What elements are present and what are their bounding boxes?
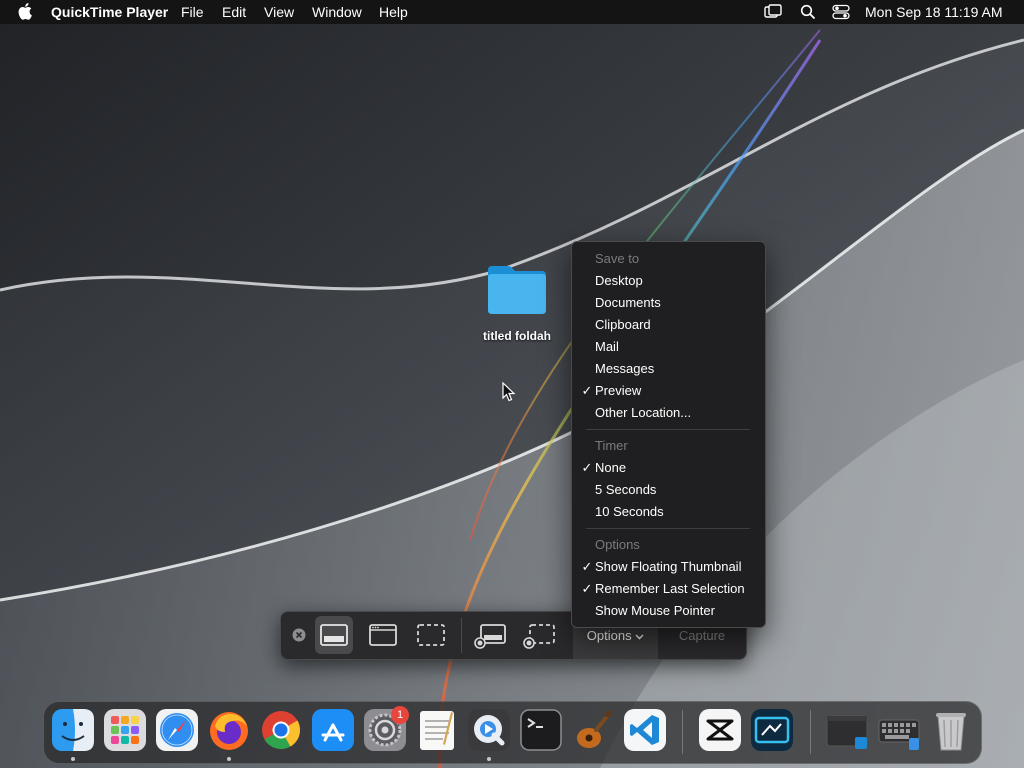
menu-item-mail[interactable]: Mail	[572, 336, 765, 358]
screen-mirroring-icon[interactable]	[764, 4, 782, 23]
menu-separator	[586, 528, 750, 529]
quicktime-icon[interactable]	[467, 708, 511, 752]
vscode-icon[interactable]	[623, 708, 667, 752]
menu-item-remember-last-selection[interactable]: ✓ Remember Last Selection	[572, 578, 765, 600]
running-indicator	[227, 757, 231, 761]
dock-separator	[810, 710, 811, 754]
section-header: Timer	[595, 438, 628, 453]
textedit-icon[interactable]	[415, 708, 459, 752]
spotlight-search-icon[interactable]	[800, 4, 816, 23]
firefox-icon[interactable]	[207, 708, 251, 752]
entire-screen-icon	[320, 624, 348, 646]
menu-item-timer-10-seconds[interactable]: 10 Seconds	[572, 501, 765, 523]
checkmark-icon: ✓	[581, 460, 593, 475]
menu-item-documents[interactable]: Documents	[572, 292, 765, 314]
menu-item-label: Clipboard	[595, 317, 651, 332]
record-selection-button[interactable]	[520, 616, 558, 654]
section-header: Options	[595, 537, 640, 552]
checkmark-icon: ✓	[581, 383, 593, 398]
folder-icon	[488, 266, 546, 314]
menu-window[interactable]: Window	[312, 4, 362, 20]
chrome-icon[interactable]	[259, 708, 303, 752]
launchpad-icon[interactable]	[103, 708, 147, 752]
menu-app-name[interactable]: QuickTime Player	[51, 4, 168, 20]
menu-item-label: Remember Last Selection	[595, 581, 745, 596]
section-header: Save to	[595, 251, 640, 266]
screen-recorder-icon[interactable]	[750, 708, 794, 752]
checkmark-icon: ✓	[581, 559, 593, 574]
menu-section-options: Options	[572, 534, 765, 556]
menubar-clock[interactable]: Mon Sep 18 11:19 AM	[865, 4, 1003, 20]
garageband-icon[interactable]	[571, 708, 615, 752]
menu-file[interactable]: File	[181, 4, 204, 20]
menu-item-label: Show Mouse Pointer	[595, 603, 715, 618]
menu-item-label: Mail	[595, 339, 619, 354]
menu-item-label: Desktop	[595, 273, 643, 288]
menu-item-other-location[interactable]: Other Location...	[572, 402, 765, 424]
menu-item-label: 10 Seconds	[595, 504, 664, 519]
menu-item-label: Documents	[595, 295, 661, 310]
selection-icon	[417, 624, 445, 646]
running-indicator	[487, 757, 491, 761]
record-selection-icon	[523, 624, 555, 649]
safari-icon[interactable]	[155, 708, 199, 752]
menu-section-timer: Timer	[572, 435, 765, 457]
window-icon	[369, 624, 397, 646]
menu-item-label: 5 Seconds	[595, 482, 657, 497]
app-store-icon[interactable]	[311, 708, 355, 752]
menu-item-timer-5-seconds[interactable]: 5 Seconds	[572, 479, 765, 501]
folder-label: titled foldah	[483, 329, 551, 343]
menu-item-messages[interactable]: Messages	[572, 358, 765, 380]
apple-menu-icon[interactable]	[18, 2, 34, 23]
menu-view[interactable]: View	[264, 4, 294, 20]
menu-item-clipboard[interactable]: Clipboard	[572, 314, 765, 336]
capture-window-button[interactable]	[364, 616, 402, 654]
dock-separator	[682, 710, 683, 754]
options-menu: Save to Desktop Documents Clipboard Mail…	[571, 241, 766, 628]
running-indicator	[71, 757, 75, 761]
menu-item-label: Messages	[595, 361, 655, 376]
menu-item-label: Other Location...	[595, 405, 692, 420]
menu-help[interactable]: Help	[379, 4, 408, 20]
menu-item-preview[interactable]: ✓ Preview	[572, 380, 765, 402]
capture-selection-button[interactable]	[412, 616, 450, 654]
capcut-icon[interactable]	[698, 708, 742, 752]
dock: 1	[43, 701, 982, 764]
notification-badge: 1	[391, 706, 409, 724]
mouse-pointer-icon	[502, 382, 516, 402]
menu-item-timer-none[interactable]: ✓ None	[572, 457, 765, 479]
menu-section-save-to: Save to	[572, 248, 765, 270]
record-entire-screen-button[interactable]	[471, 616, 509, 654]
checkmark-icon: ✓	[581, 581, 593, 596]
menu-item-show-mouse-pointer[interactable]: Show Mouse Pointer	[572, 600, 765, 622]
record-screen-icon	[474, 624, 506, 649]
window-thumbnail-icon[interactable]	[825, 708, 869, 752]
menu-edit[interactable]: Edit	[222, 4, 246, 20]
finder-icon[interactable]	[51, 708, 95, 752]
menu-bar: QuickTime Player File Edit View Window H…	[0, 0, 1024, 24]
toolbar-separator	[461, 618, 462, 653]
close-toolbar-icon[interactable]	[292, 628, 306, 647]
terminal-icon[interactable]	[519, 708, 563, 752]
menu-item-label: Show Floating Thumbnail	[595, 559, 742, 574]
keyboard-viewer-icon[interactable]	[877, 708, 921, 752]
trash-icon[interactable]	[929, 708, 973, 752]
apple-logo-icon	[18, 3, 32, 20]
menu-item-label: Preview	[595, 383, 642, 398]
control-center-icon[interactable]	[832, 4, 850, 23]
menu-item-show-floating-thumbnail[interactable]: ✓ Show Floating Thumbnail	[572, 556, 765, 578]
menu-item-desktop[interactable]: Desktop	[572, 270, 765, 292]
menu-separator	[586, 429, 750, 430]
options-label: Options	[586, 628, 632, 643]
capture-entire-screen-button[interactable]	[315, 616, 353, 654]
chevron-down-icon	[635, 634, 644, 640]
menu-item-label: None	[595, 460, 627, 475]
